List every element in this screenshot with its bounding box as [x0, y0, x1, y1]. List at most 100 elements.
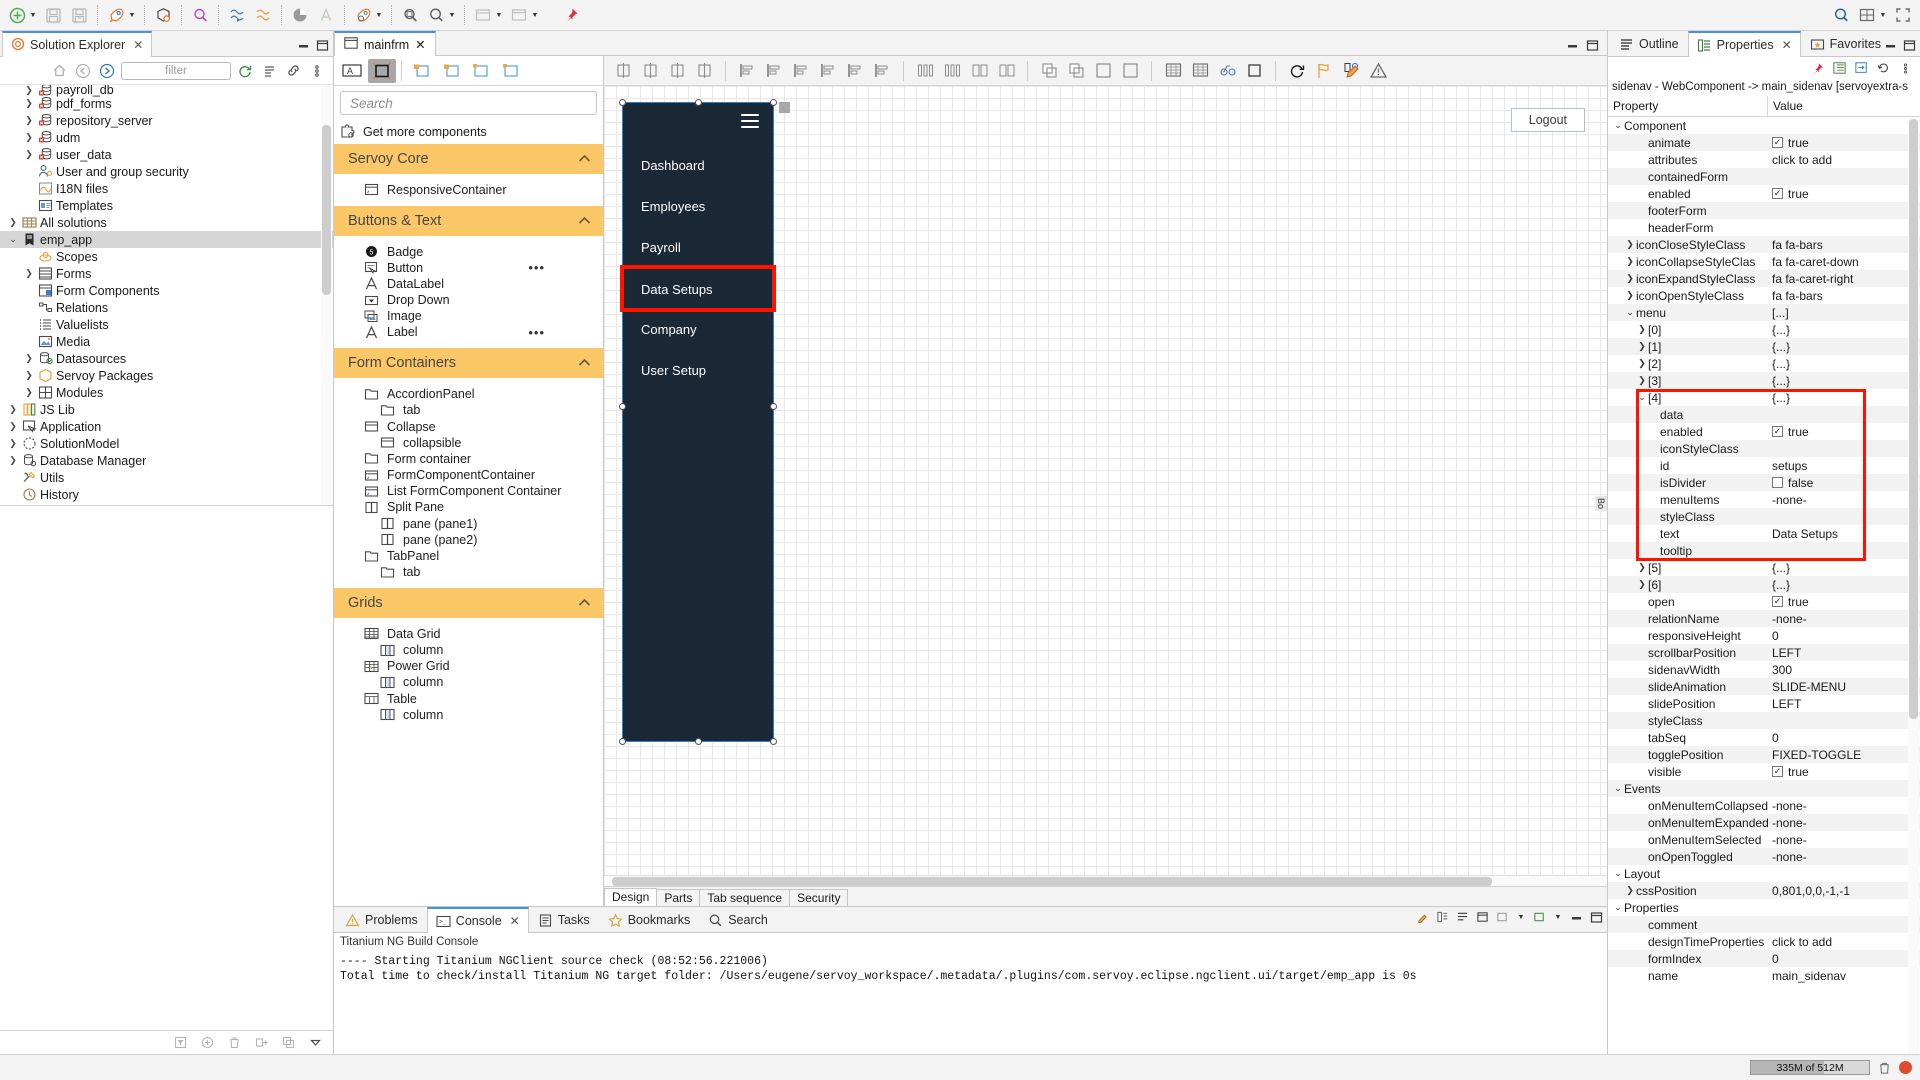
- tree-vertical-scrollbar[interactable]: [321, 85, 332, 505]
- chevron-right-icon[interactable]: ❯: [6, 421, 20, 432]
- align-top-icon[interactable]: [815, 59, 841, 83]
- tree-item-user-data[interactable]: ❯ user_data: [0, 146, 333, 163]
- group-icon[interactable]: [1090, 59, 1116, 83]
- tree-item-database-manager[interactable]: ❯ Database Manager: [0, 452, 333, 469]
- word-wrap-icon[interactable]: [1456, 911, 1469, 924]
- property-row[interactable]: ⌄ Layout: [1608, 865, 1920, 882]
- chevron-down-icon[interactable]: ▼: [494, 4, 504, 26]
- chevron-down-icon[interactable]: ⌄: [1612, 120, 1624, 131]
- sidenav-component[interactable]: Dashboard Employees Payroll Data Setups Comp…: [619, 99, 777, 745]
- tree-item-datasources[interactable]: ❯ Datasources: [0, 350, 333, 367]
- filter-icon[interactable]: [170, 1033, 190, 1053]
- palette-item-split-pane[interactable]: Split Pane: [334, 500, 603, 515]
- checkbox[interactable]: ✓: [1772, 596, 1783, 607]
- chevron-up-icon[interactable]: [578, 355, 591, 371]
- property-row[interactable]: ❯ [6] {...}: [1608, 576, 1920, 593]
- tree-item-i18n-files[interactable]: I18N files: [0, 180, 333, 197]
- property-row[interactable]: ❯ iconExpandStyleClass fa fa-caret-right: [1608, 270, 1920, 287]
- editor-tab-parts[interactable]: Parts: [656, 889, 701, 906]
- view-menu-icon[interactable]: [307, 61, 327, 81]
- editor-minimize-icon[interactable]: [1566, 39, 1579, 52]
- checkbox[interactable]: ✓: [1772, 188, 1783, 199]
- checkbox[interactable]: ✓: [1772, 766, 1783, 777]
- tree-item-form-components[interactable]: Form Components: [0, 282, 333, 299]
- pin-icon[interactable]: [1811, 62, 1824, 75]
- sidenav-menu-item-dashboard[interactable]: Dashboard: [623, 145, 773, 186]
- chevron-right-icon[interactable]: ❯: [22, 98, 36, 109]
- chevron-down-icon[interactable]: ▼: [127, 4, 137, 26]
- checkbox[interactable]: ✓: [1772, 426, 1783, 437]
- sidenav-menu-item-data-setups[interactable]: Data Setups: [620, 265, 776, 312]
- property-row[interactable]: attributes click to add: [1608, 151, 1920, 168]
- same-width-icon[interactable]: [966, 59, 992, 83]
- checkbox[interactable]: [1772, 477, 1783, 488]
- chevron-right-icon[interactable]: ❯: [1624, 239, 1636, 250]
- console-tab-search[interactable]: Search: [699, 907, 777, 932]
- console-tab-problems[interactable]: Problems: [336, 907, 427, 932]
- palette-item-responsivecontainer[interactable]: ResponsiveContainer: [334, 183, 603, 198]
- tree-item-js-lib[interactable]: ❯ JS Lib: [0, 401, 333, 418]
- property-row[interactable]: onMenuItemExpanded -none-: [1608, 814, 1920, 831]
- edit-styles-icon[interactable]: [1338, 59, 1364, 83]
- property-row[interactable]: containedForm: [1608, 168, 1920, 185]
- tab-favorites[interactable]: Favorites: [1801, 31, 1890, 56]
- bring-front-icon[interactable]: [1036, 59, 1062, 83]
- palette-item-menu-icon[interactable]: •••: [528, 260, 545, 275]
- chevron-up-icon[interactable]: [578, 213, 591, 229]
- next-annotation-button[interactable]: [224, 2, 250, 28]
- expand-icon[interactable]: [305, 1033, 325, 1053]
- search-dropdown-button[interactable]: ▼: [423, 2, 459, 28]
- resize-handle-e[interactable]: [770, 403, 777, 410]
- property-row[interactable]: animate ✓ true: [1608, 134, 1920, 151]
- minimize-icon[interactable]: [1570, 911, 1583, 924]
- align-left-icon[interactable]: [734, 59, 760, 83]
- property-row[interactable]: headerForm: [1608, 219, 1920, 236]
- property-row[interactable]: ❯ [2] {...}: [1608, 355, 1920, 372]
- chevron-right-icon[interactable]: ❯: [1636, 562, 1648, 573]
- tree-item-history[interactable]: History: [0, 486, 333, 503]
- chevron-down-icon[interactable]: ⌄: [1612, 902, 1624, 913]
- restore-defaults-icon[interactable]: [1877, 62, 1890, 75]
- coverage-button[interactable]: [287, 2, 313, 28]
- chevron-right-icon[interactable]: ❯: [22, 85, 36, 96]
- chevron-right-icon[interactable]: ❯: [1636, 358, 1648, 369]
- property-row[interactable]: ❯ iconOpenStyleClass fa fa-bars: [1608, 287, 1920, 304]
- property-row[interactable]: visible ✓ true: [1608, 763, 1920, 780]
- palette-item-drop-down[interactable]: Drop Down: [334, 293, 603, 308]
- error-dot-icon[interactable]: [1899, 1061, 1912, 1074]
- maximize-icon[interactable]: [1903, 39, 1916, 52]
- palette-item-image[interactable]: Image: [334, 309, 603, 324]
- palette-category-servoy-core[interactable]: Servoy Core: [334, 144, 603, 174]
- chevron-right-icon[interactable]: ❯: [22, 268, 36, 279]
- filter-input[interactable]: filter: [121, 61, 231, 80]
- debug-button[interactable]: ▼: [350, 2, 386, 28]
- save-all-button[interactable]: [66, 2, 92, 28]
- package-manager-button[interactable]: [150, 2, 176, 28]
- tree-item-application[interactable]: ❯ Application: [0, 418, 333, 435]
- preview-icon[interactable]: [1214, 59, 1240, 83]
- find-button[interactable]: [187, 2, 213, 28]
- chevron-right-icon[interactable]: ❯: [1636, 579, 1648, 590]
- delete-icon[interactable]: [224, 1033, 244, 1053]
- pin-console-icon[interactable]: [1476, 911, 1489, 924]
- zoom-in-icon[interactable]: [1241, 59, 1267, 83]
- clear-console-icon[interactable]: [1416, 911, 1429, 924]
- property-row[interactable]: tabSeq 0: [1608, 729, 1920, 746]
- chevron-down-icon[interactable]: ⌄: [1636, 392, 1648, 403]
- palette-scroll[interactable]: Get more components Servoy Core Responsive…: [334, 119, 603, 906]
- tree-item-servoy-packages[interactable]: ❯ Servoy Packages: [0, 367, 333, 384]
- resize-handle-w[interactable]: [619, 403, 626, 410]
- chevron-down-icon[interactable]: ⌄: [6, 234, 20, 245]
- quick-search-button[interactable]: [1828, 2, 1854, 28]
- distribute-h-icon[interactable]: [912, 59, 938, 83]
- select-component-icon[interactable]: [368, 58, 396, 83]
- property-row[interactable]: relationName -none-: [1608, 610, 1920, 627]
- zoom-search-button[interactable]: [397, 2, 423, 28]
- property-row[interactable]: data: [1608, 406, 1920, 423]
- chevron-down-icon[interactable]: ▼: [374, 4, 384, 26]
- tree-item-solutionmodel[interactable]: ❯ SolutionModel: [0, 435, 333, 452]
- distribute-v-icon[interactable]: [939, 59, 965, 83]
- align-bottom-icon[interactable]: [869, 59, 895, 83]
- property-row[interactable]: ⌄ menu [...]: [1608, 304, 1920, 321]
- property-row[interactable]: name main_sidenav: [1608, 967, 1920, 984]
